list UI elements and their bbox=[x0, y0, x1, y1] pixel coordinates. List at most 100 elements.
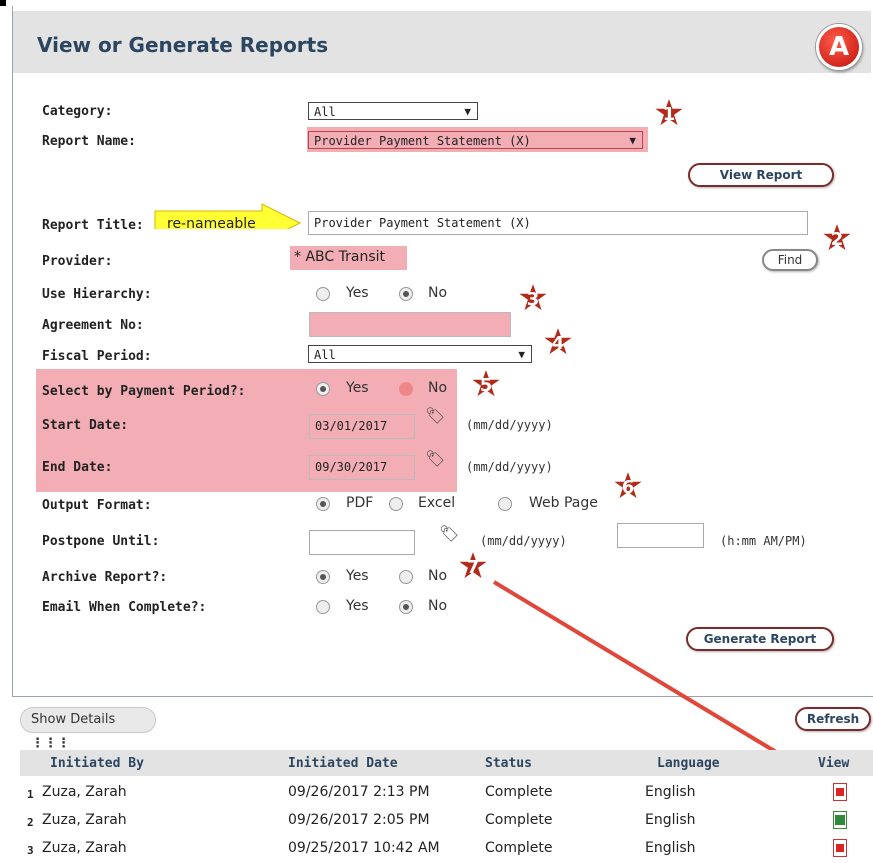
archive-no-label: No bbox=[428, 568, 448, 584]
rename-note-text: re-nameable bbox=[167, 216, 256, 232]
row-language: English bbox=[645, 812, 696, 828]
calendar-tag-icon[interactable]: 🏷 bbox=[439, 524, 459, 543]
use-hierarchy-yes-radio[interactable] bbox=[316, 287, 330, 301]
row-initiated-by: Zuza, Zarah bbox=[42, 812, 127, 828]
report-name-value: Provider Payment Statement (X) bbox=[314, 134, 531, 148]
output-pdf-label: PDF bbox=[346, 495, 374, 511]
start-date-hint: (mm/dd/yyyy) bbox=[466, 418, 553, 432]
row-status: Complete bbox=[485, 812, 553, 828]
report-title-label: Report Title: bbox=[42, 218, 144, 233]
report-name-label: Report Name: bbox=[42, 134, 136, 149]
fiscal-period-select[interactable]: All ▼ bbox=[308, 345, 532, 363]
row-status: Complete bbox=[485, 784, 553, 800]
dropdown-arrow-icon: ▼ bbox=[629, 134, 636, 147]
annotation-badge-a: A bbox=[816, 24, 862, 70]
provider-label: Provider: bbox=[42, 254, 113, 269]
row-status: Complete bbox=[485, 840, 553, 856]
email-no-label: No bbox=[428, 598, 448, 614]
postpone-date-hint: (mm/dd/yyyy) bbox=[480, 534, 567, 548]
start-date-label: Start Date: bbox=[42, 418, 129, 433]
email-yes-label: Yes bbox=[346, 598, 369, 614]
select-by-payment-label: Select by Payment Period?: bbox=[42, 384, 246, 399]
select-by-payment-yes-label: Yes bbox=[346, 380, 369, 396]
provider-value: * ABC Transit bbox=[294, 249, 385, 265]
report-title-input[interactable]: Provider Payment Statement (X) bbox=[308, 211, 808, 235]
row-number: 1 bbox=[27, 788, 34, 801]
column-header-language: Language bbox=[657, 756, 720, 771]
column-header-view: View bbox=[818, 756, 850, 771]
callout-3: 3 bbox=[516, 282, 550, 316]
email-no-radio[interactable] bbox=[399, 600, 413, 614]
callout-4: 4 bbox=[541, 326, 575, 360]
page-title: View or Generate Reports bbox=[37, 33, 329, 57]
postpone-date-input[interactable] bbox=[309, 530, 415, 555]
category-select[interactable]: All ▼ bbox=[308, 102, 478, 120]
use-hierarchy-no-label: No bbox=[428, 285, 448, 301]
output-format-label: Output Format: bbox=[42, 498, 152, 513]
show-details-label: Show Details bbox=[31, 712, 116, 727]
table-header bbox=[20, 750, 873, 776]
output-web-label: Web Page bbox=[529, 495, 598, 511]
column-header-initiated-date: Initiated Date bbox=[288, 756, 398, 771]
row-language: English bbox=[645, 840, 696, 856]
view-report-button[interactable]: View Report bbox=[688, 163, 834, 187]
show-details-button[interactable]: Show Details ⋮⋮⋮ bbox=[20, 707, 156, 751]
callout-5: 5 bbox=[469, 368, 503, 402]
select-by-payment-no-label: No bbox=[428, 380, 448, 396]
row-number: 3 bbox=[27, 844, 34, 857]
callout-7: 7 bbox=[456, 550, 490, 584]
report-name-select[interactable]: Provider Payment Statement (X) ▼ bbox=[308, 131, 643, 149]
end-date-input[interactable]: 09/30/2017 bbox=[309, 455, 415, 480]
pdf-icon[interactable] bbox=[833, 839, 847, 857]
callout-arrow bbox=[492, 580, 810, 772]
callout-6: 6 bbox=[611, 470, 645, 504]
end-date-label: End Date: bbox=[42, 460, 113, 475]
row-initiated-date: 09/26/2017 2:13 PM bbox=[288, 784, 430, 800]
postpone-time-input[interactable] bbox=[617, 523, 704, 548]
refresh-button[interactable]: Refresh bbox=[795, 707, 871, 731]
archive-no-radio[interactable] bbox=[399, 570, 413, 584]
output-excel-radio[interactable] bbox=[389, 497, 403, 511]
fiscal-period-value: All bbox=[314, 348, 336, 362]
postpone-until-label: Postpone Until: bbox=[42, 534, 160, 549]
excel-icon[interactable] bbox=[833, 811, 847, 829]
column-header-status: Status bbox=[485, 756, 532, 771]
category-value: All bbox=[314, 105, 336, 119]
callout-2: 2 bbox=[820, 222, 854, 256]
archive-yes-radio[interactable] bbox=[316, 570, 330, 584]
select-by-payment-no-radio[interactable] bbox=[399, 382, 413, 396]
calendar-tag-icon[interactable]: 🏷 bbox=[425, 449, 445, 468]
calendar-tag-icon[interactable]: 🏷 bbox=[425, 406, 445, 425]
find-button[interactable]: Find bbox=[762, 249, 818, 271]
row-initiated-date: 09/26/2017 2:05 PM bbox=[288, 812, 430, 828]
dropdown-arrow-icon: ▼ bbox=[518, 348, 525, 361]
select-by-payment-yes-radio[interactable] bbox=[316, 382, 330, 396]
start-date-input[interactable]: 03/01/2017 bbox=[309, 414, 415, 439]
postpone-time-hint: (h:mm AM/PM) bbox=[720, 534, 807, 548]
end-date-hint: (mm/dd/yyyy) bbox=[466, 460, 553, 474]
archive-report-label: Archive Report?: bbox=[42, 570, 168, 585]
agreement-no-label: Agreement No: bbox=[42, 318, 144, 333]
agreement-no-input[interactable] bbox=[309, 312, 511, 337]
panel-header: View or Generate Reports bbox=[13, 11, 871, 73]
grid-icon: ⋮⋮⋮ bbox=[31, 736, 70, 751]
pdf-icon[interactable] bbox=[833, 783, 847, 801]
use-hierarchy-no-radio[interactable] bbox=[399, 287, 413, 301]
use-hierarchy-yes-label: Yes bbox=[346, 285, 369, 301]
dropdown-arrow-icon: ▼ bbox=[464, 105, 471, 118]
output-pdf-radio[interactable] bbox=[316, 497, 330, 511]
output-web-radio[interactable] bbox=[498, 497, 512, 511]
output-excel-label: Excel bbox=[418, 495, 456, 511]
row-initiated-by: Zuza, Zarah bbox=[42, 840, 127, 856]
archive-yes-label: Yes bbox=[346, 568, 369, 584]
row-language: English bbox=[645, 784, 696, 800]
column-header-initiated-by: Initiated By bbox=[50, 756, 144, 771]
row-initiated-date: 09/25/2017 10:42 AM bbox=[288, 840, 440, 856]
email-complete-label: Email When Complete?: bbox=[42, 600, 207, 615]
corner-mark bbox=[0, 0, 6, 6]
callout-1: 1 bbox=[652, 97, 686, 131]
row-initiated-by: Zuza, Zarah bbox=[42, 784, 127, 800]
use-hierarchy-label: Use Hierarchy: bbox=[42, 287, 152, 302]
row-number: 2 bbox=[27, 816, 34, 829]
email-yes-radio[interactable] bbox=[316, 600, 330, 614]
